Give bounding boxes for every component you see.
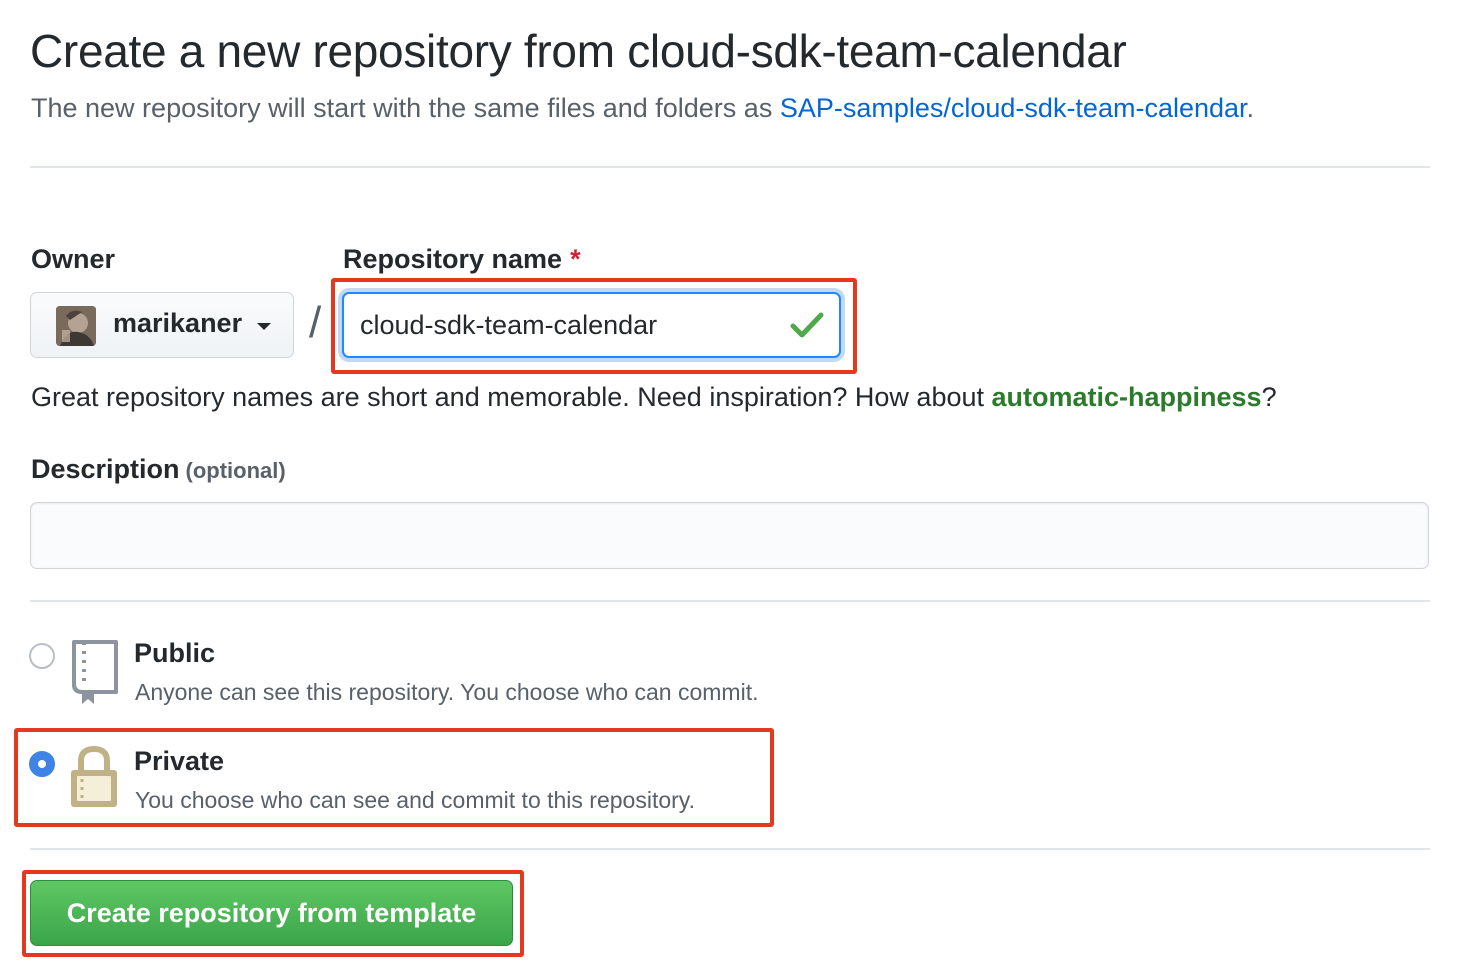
repository-name-label-text: Repository name [343, 244, 563, 274]
visibility-public-description: Anyone can see this repository. You choo… [135, 679, 759, 705]
description-divider [30, 600, 1430, 602]
required-asterisk: * [570, 244, 581, 274]
owner-dropdown[interactable]: marikaner [30, 292, 294, 358]
create-repository-button[interactable]: Create repository from template [30, 880, 513, 946]
avatar [56, 306, 96, 346]
repository-name-field [342, 292, 841, 358]
repository-name-label: Repository name * [343, 244, 581, 275]
header-divider [30, 166, 1430, 168]
name-suggestion-link[interactable]: automatic-happiness [992, 382, 1262, 412]
owner-label: Owner [31, 244, 116, 274]
repository-name-input[interactable] [360, 294, 780, 356]
visibility-private-title: Private [134, 746, 225, 776]
owner-repo-separator: / [309, 298, 322, 347]
avatar-image-icon [56, 306, 96, 346]
repo-icon [72, 640, 118, 704]
visibility-radio-private[interactable] [29, 751, 55, 777]
visibility-private-description: You choose who can see and commit to thi… [135, 787, 695, 813]
chevron-down-icon [257, 323, 271, 330]
page-title: Create a new repository from cloud-sdk-t… [30, 25, 1127, 77]
optional-tag: (optional) [185, 458, 286, 483]
description-label: Description (optional) [31, 454, 286, 485]
owner-name: marikaner [113, 308, 243, 338]
visibility-public-title: Public [134, 638, 216, 668]
check-icon [790, 312, 824, 338]
template-repo-link[interactable]: SAP-samples/cloud-sdk-team-calendar [780, 93, 1247, 123]
visibility-radio-public[interactable] [29, 643, 55, 669]
repository-name-hint: Great repository names are short and mem… [31, 382, 1277, 413]
page-subtitle: The new repository will start with the s… [31, 93, 1254, 124]
lock-icon [71, 745, 117, 807]
hint-suffix: ? [1261, 382, 1277, 412]
subtitle-suffix: . [1246, 93, 1255, 123]
subtitle-text: The new repository will start with the s… [31, 93, 780, 123]
hint-text: Great repository names are short and mem… [31, 382, 992, 412]
description-label-text: Description [31, 454, 180, 484]
description-input[interactable] [30, 502, 1429, 569]
visibility-divider [30, 848, 1430, 850]
